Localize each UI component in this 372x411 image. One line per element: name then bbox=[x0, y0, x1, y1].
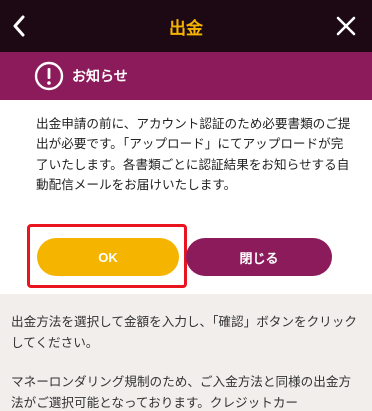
dialog-header: お知らせ bbox=[0, 52, 372, 100]
notice-dialog: お知らせ 出金申請の前に、アカウント認証のため必要書類のご提出が必要です。「アッ… bbox=[0, 52, 372, 294]
exclamation-icon bbox=[34, 61, 64, 91]
dialog-close-button[interactable]: 閉じる bbox=[186, 238, 332, 276]
close-button[interactable] bbox=[334, 14, 358, 38]
instruction-text: 出金方法を選択して金額を入力し、「確認」ボタンをクリックしてください。 bbox=[11, 314, 357, 350]
ok-button[interactable]: OK bbox=[37, 238, 179, 276]
top-bar: 出金 bbox=[0, 0, 372, 52]
regulation-text: マネーロンダリング規制のため、ご入金方法と同様の出金方法がご選択可能となっており… bbox=[11, 374, 352, 410]
dialog-message: 出金申請の前に、アカウント認証のため必要書類のご提出が必要です。「アップロード」… bbox=[36, 116, 351, 193]
page-title: 出金 bbox=[169, 18, 203, 39]
withdrawal-instructions: 出金方法を選択して金額を入力し、「確認」ボタンをクリックしてください。 マネーロ… bbox=[0, 294, 372, 411]
dialog-title: お知らせ bbox=[72, 69, 128, 85]
close-icon bbox=[336, 16, 356, 36]
